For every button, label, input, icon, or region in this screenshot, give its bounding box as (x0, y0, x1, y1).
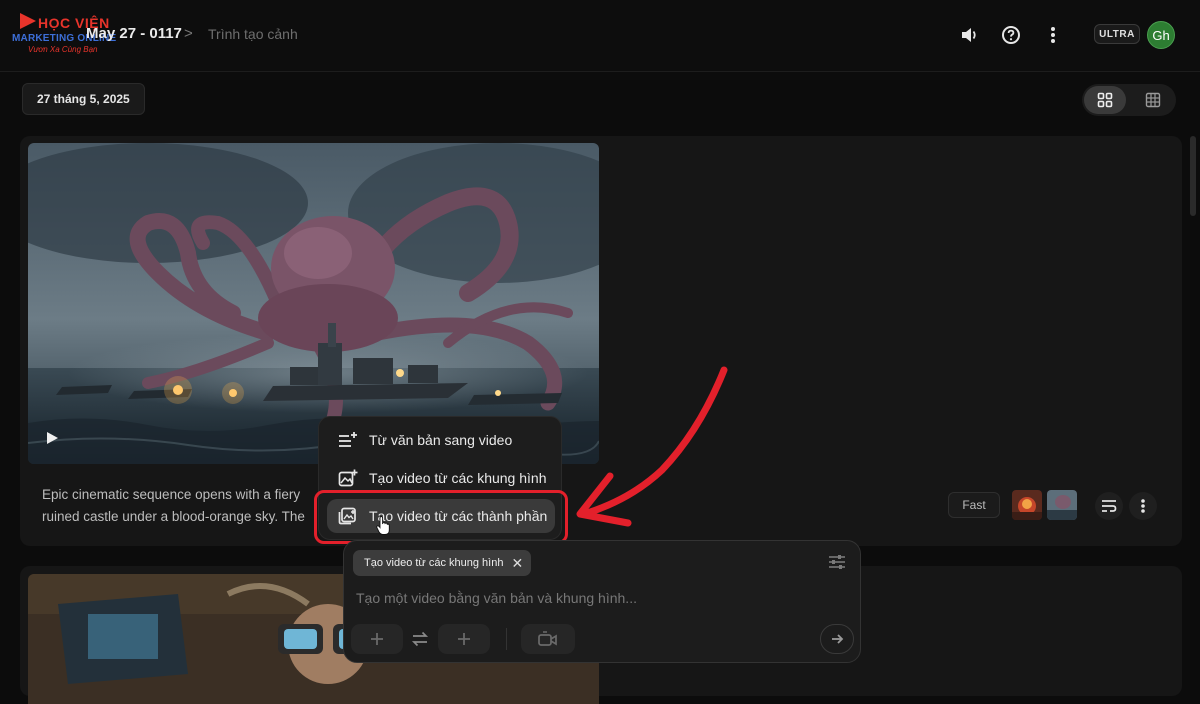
close-icon[interactable]: ✕ (511, 556, 523, 570)
logo-play-icon (20, 13, 36, 29)
prompt-input[interactable] (356, 588, 816, 608)
plan-badge: ULTRA (1094, 24, 1140, 44)
annotation-arrow-icon (576, 366, 728, 527)
mode-chip[interactable]: Tạo video từ các khung hình ✕ (353, 550, 532, 576)
large-grid-view-button[interactable] (1084, 86, 1126, 114)
user-avatar[interactable]: Gh (1147, 21, 1175, 49)
wrap-text-icon (1102, 500, 1117, 512)
reference-thumbnail-2[interactable] (1047, 490, 1077, 520)
swap-frames-icon[interactable] (410, 631, 430, 647)
scrollbar[interactable] (1190, 136, 1196, 216)
plus-icon (371, 633, 383, 645)
reference-image-kraken (1047, 490, 1077, 520)
breadcrumb-project[interactable]: May 27 - 0117 (86, 25, 182, 42)
scene-more-button[interactable] (1129, 492, 1157, 520)
scene-prompt-line-2: ruined castle under a blood-orange sky. … (42, 509, 305, 524)
annotation-highlight-box (314, 490, 568, 544)
help-button[interactable] (998, 22, 1024, 48)
more-options-button[interactable] (1040, 22, 1066, 48)
model-speed-chip: Fast (948, 492, 1000, 518)
play-icon[interactable] (44, 430, 60, 446)
tune-settings-icon[interactable] (828, 554, 846, 570)
add-end-frame-button[interactable] (438, 624, 490, 654)
menu-item-label: Tạo video từ các khung hình (369, 470, 547, 486)
grid-2x2-icon (1097, 92, 1113, 108)
scene-prompt-line-1: Epic cinematic sequence opens with a fie… (42, 487, 301, 502)
send-button[interactable] (820, 624, 854, 654)
view-toggle (1082, 84, 1176, 116)
date-chip: 27 tháng 5, 2025 (22, 83, 145, 115)
add-start-frame-button[interactable] (351, 624, 403, 654)
volume-icon (962, 28, 976, 42)
logo-tagline: Vươn Xa Cùng Bạn (28, 45, 98, 54)
video-camera-icon (538, 631, 557, 646)
menu-item-label: Từ văn bản sang video (369, 432, 513, 448)
more-vertical-icon (1051, 27, 1055, 43)
scene-prompt: Epic cinematic sequence opens with a fie… (42, 484, 332, 528)
more-vertical-icon (1141, 499, 1145, 513)
composer-divider (506, 628, 507, 650)
menu-item-text-to-video[interactable]: Từ văn bản sang video (327, 423, 555, 457)
top-bar: HỌC VIỆN MARKETING ONLINE Vươn Xa Cùng B… (0, 0, 1200, 72)
mode-chip-label: Tạo video từ các khung hình (364, 557, 504, 569)
small-grid-view-button[interactable] (1132, 86, 1174, 114)
plus-icon (458, 633, 470, 645)
grid-3x3-icon (1145, 92, 1161, 108)
arrow-right-icon (832, 634, 844, 644)
breadcrumb-page: Trình tạo cảnh (208, 26, 298, 42)
image-frames-icon (335, 469, 361, 487)
scene-actions-button[interactable] (1095, 492, 1123, 520)
help-icon (1002, 26, 1020, 44)
reference-image-fire (1012, 490, 1042, 520)
reference-thumbnail-1[interactable] (1012, 490, 1042, 520)
volume-button[interactable] (956, 22, 982, 48)
camera-control-button[interactable] (521, 624, 575, 654)
breadcrumb-separator: > (184, 25, 193, 42)
text-lines-plus-icon (335, 431, 361, 449)
